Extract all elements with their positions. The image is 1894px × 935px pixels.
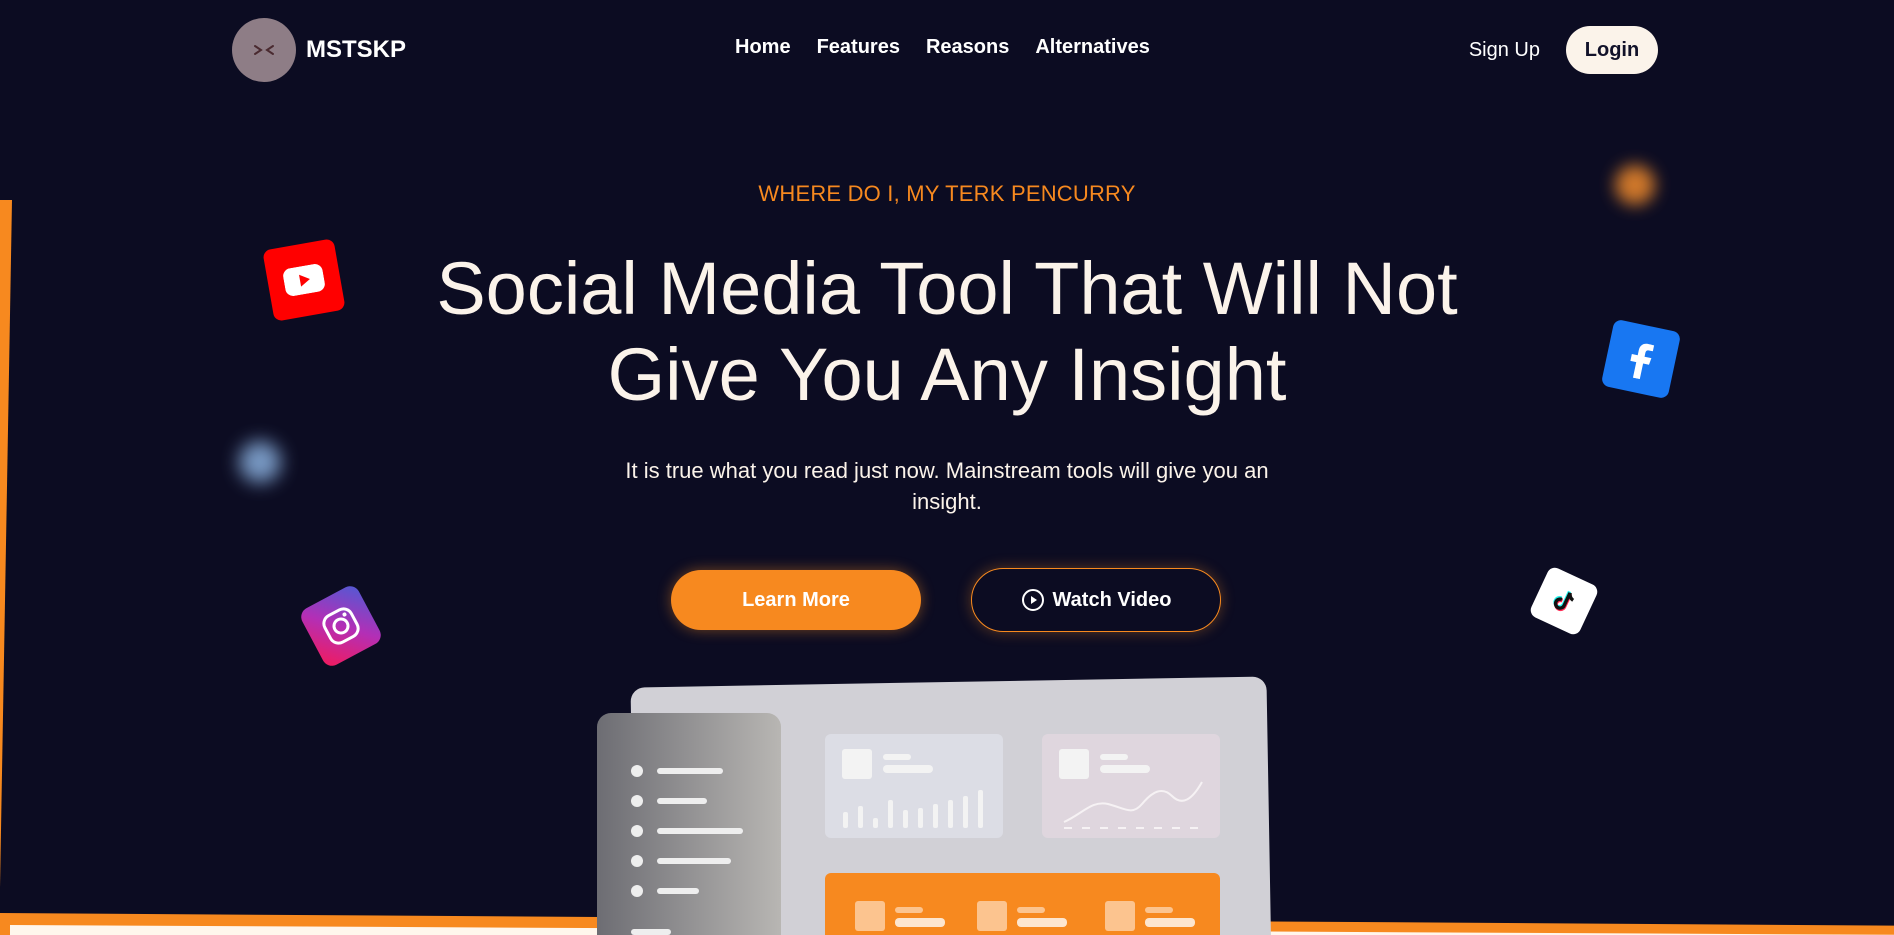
learn-more-button[interactable]: Learn More	[671, 570, 921, 630]
sidebar-row	[631, 855, 731, 867]
eyes-icon	[232, 18, 296, 82]
instagram-icon	[297, 582, 385, 670]
main-nav: Home Features Reasons Alternatives	[735, 36, 1150, 59]
watch-video-label: Watch Video	[1052, 588, 1172, 611]
nav-features[interactable]: Features	[817, 36, 900, 59]
auth-actions: Sign Up Login	[1469, 26, 1658, 74]
hero-eyebrow: WHERE DO I, MY TERK PENCURRY	[758, 181, 1136, 206]
orange-frame-left	[0, 200, 12, 935]
subtext-line-2: insight.	[912, 489, 982, 514]
sidebar-row	[631, 825, 743, 837]
sidebar-row	[631, 885, 699, 897]
stats-card	[825, 873, 1220, 935]
play-circle-icon	[1021, 589, 1044, 611]
hero-subtext: It is true what you read just now. Mains…	[597, 455, 1297, 517]
site-header: MSTSKP Home Features Reasons Alternative…	[0, 0, 1894, 100]
subtext-line-1: It is true what you read just now. Mains…	[625, 458, 1269, 483]
blue-glow-orb	[239, 441, 281, 483]
sidebar-row	[631, 765, 723, 777]
tiktok-icon	[1528, 565, 1600, 637]
mini-bar-chart	[843, 790, 983, 828]
facebook-icon	[1600, 318, 1682, 400]
youtube-icon	[262, 238, 346, 322]
hero-headline: Social Media Tool That Will Not Give You…	[347, 246, 1547, 418]
brand[interactable]: MSTSKP	[232, 18, 406, 82]
headline-line-1: Social Media Tool That Will Not	[436, 247, 1458, 330]
nav-reasons[interactable]: Reasons	[926, 36, 1009, 59]
signup-link[interactable]: Sign Up	[1469, 39, 1540, 62]
nav-alternatives[interactable]: Alternatives	[1035, 36, 1150, 59]
watch-video-button[interactable]: Watch Video	[971, 568, 1221, 632]
bar-chart-card	[825, 734, 1003, 838]
sidebar-row	[631, 929, 671, 935]
line-chart-card	[1042, 734, 1220, 838]
orange-glow-orb	[1615, 165, 1655, 205]
mini-line-chart	[1063, 781, 1203, 829]
brand-name: MSTSKP	[306, 36, 407, 63]
headline-line-2: Give You Any Insight	[607, 333, 1287, 416]
login-button[interactable]: Login	[1566, 26, 1658, 74]
dashboard-sidebar	[597, 713, 781, 935]
nav-home[interactable]: Home	[735, 36, 791, 59]
sidebar-row	[631, 795, 707, 807]
